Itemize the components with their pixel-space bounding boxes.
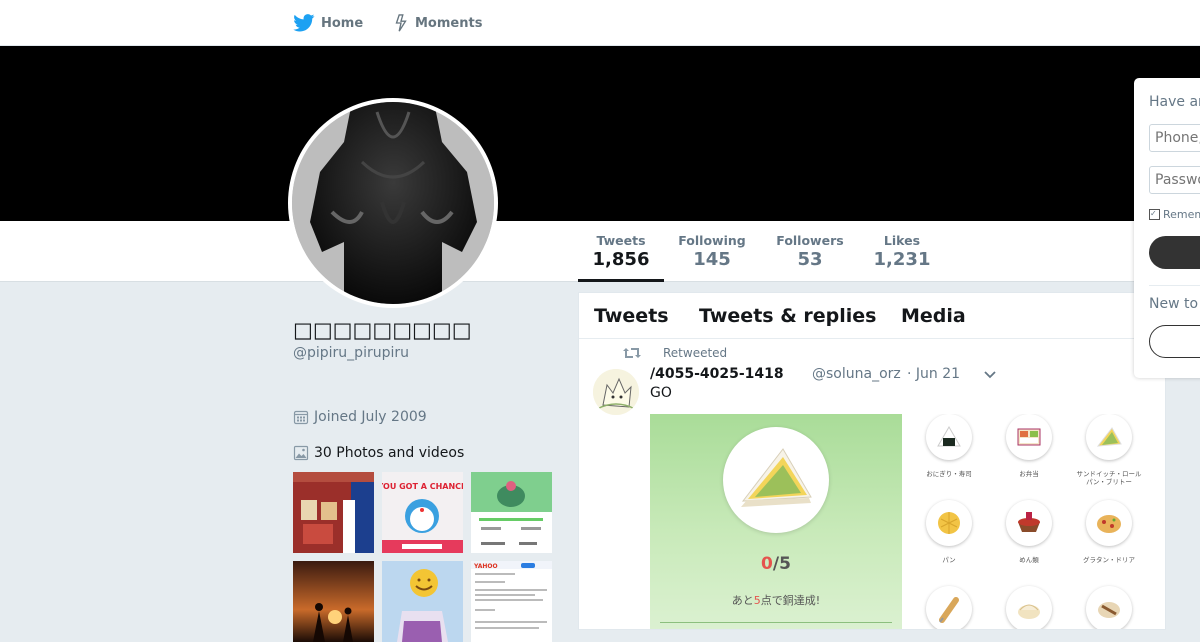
joined-label: Joined July 2009: [314, 409, 427, 425]
score-display: 0/5: [650, 554, 902, 574]
profile-handle[interactable]: @pipiru_pirupiru: [293, 345, 409, 361]
photo-thumbnail[interactable]: YOU GOT A CHANCE: [382, 472, 463, 553]
food-item: [914, 586, 984, 629]
sandwich-small-icon: [1086, 414, 1132, 460]
nav-home-label: Home: [321, 15, 364, 31]
new-to-label: New to Twitter?: [1149, 296, 1200, 312]
profile-avatar[interactable]: [288, 98, 498, 308]
score-subtitle: あと5点で銅達成!: [650, 592, 902, 608]
nav-moments[interactable]: Moments: [393, 0, 482, 46]
stat-following-label: Following: [678, 233, 746, 248]
score-sub-num: 5: [753, 594, 761, 607]
tweet-media-image[interactable]: おにぎり・寿司 お弁当 サンドイッチ・ロール パン・ブリトー パン めん類 グラ…: [904, 414, 1156, 629]
food-label: グラタン・ドリア: [1083, 556, 1135, 564]
login-password-input[interactable]: [1149, 166, 1200, 194]
dumpling-icon: [1006, 586, 1052, 629]
stat-following[interactable]: Following 145: [676, 233, 748, 271]
nav-home[interactable]: Home: [293, 0, 363, 46]
melonpan-icon: [926, 500, 972, 546]
food-label: めん類: [1019, 556, 1039, 564]
score-sub-pre: あと: [731, 594, 754, 607]
photo-thumbnail[interactable]: [293, 472, 374, 553]
photo-thumbnail[interactable]: [471, 472, 552, 553]
food-label: パン: [942, 556, 956, 564]
login-title: Have an account?: [1149, 94, 1200, 110]
stat-likes[interactable]: Likes 1,231: [872, 233, 932, 271]
stat-tweets-label: Tweets: [596, 233, 646, 248]
joined-date: Joined July 2009: [293, 409, 427, 425]
remember-label: Remember me: [1163, 208, 1200, 221]
food-item: めん類: [994, 500, 1064, 564]
noodles-icon: [1006, 500, 1052, 546]
food-item: サンドイッチ・ロール パン・ブリトー: [1074, 414, 1144, 486]
login-divider: [1149, 285, 1200, 286]
tab-tweets[interactable]: Tweets: [594, 305, 669, 327]
login-username-input[interactable]: [1149, 124, 1200, 152]
active-stat-indicator: [578, 279, 664, 282]
food-item: パン: [914, 500, 984, 564]
photos-videos-label: 30 Photos and videos: [314, 445, 465, 461]
calendar-icon: [293, 410, 309, 425]
score-total: /5: [772, 554, 791, 574]
stat-followers-value: 53: [797, 249, 823, 270]
signup-button[interactable]: [1149, 325, 1200, 358]
gratin-icon: [1086, 500, 1132, 546]
photos-videos-link[interactable]: 30 Photos and videos: [293, 445, 464, 461]
stat-followers[interactable]: Followers 53: [774, 233, 846, 271]
food-item: [994, 586, 1064, 629]
timeline-tabs: Tweets Tweets & replies Media: [579, 293, 1165, 339]
stat-following-value: 145: [693, 249, 731, 270]
food-label: おにぎり・寿司: [926, 470, 972, 478]
score-sub-post: 点で銅達成!: [760, 594, 821, 607]
bento-icon: [1006, 414, 1052, 460]
tweet-media-image[interactable]: 0/5 あと5点で銅達成!: [650, 414, 902, 629]
score-current: 0: [761, 554, 773, 574]
stat-tweets-value: 1,856: [592, 249, 650, 270]
login-button[interactable]: [1149, 236, 1200, 269]
profile-name: □□□□□□□□□: [293, 318, 472, 342]
tab-tweets-and-replies[interactable]: Tweets & replies: [699, 305, 876, 327]
login-card: Have an account? ✓ Remember me New to Tw…: [1134, 78, 1200, 378]
lightning-icon: [395, 14, 407, 32]
food-item: おにぎり・寿司: [914, 414, 984, 478]
corndog-icon: [926, 586, 972, 629]
stat-likes-value: 1,231: [873, 249, 931, 270]
twitter-bird-icon: [293, 14, 315, 32]
food-item: [1074, 586, 1144, 629]
profile-banner: [0, 46, 1200, 221]
tweet-author-handle[interactable]: @soluna_orz: [812, 366, 901, 382]
media-divider: [660, 622, 892, 623]
stat-followers-label: Followers: [776, 233, 844, 248]
food-label: サンドイッチ・ロール パン・ブリトー: [1076, 470, 1142, 486]
retweet-icon: [623, 348, 641, 358]
food-item: お弁当: [994, 414, 1064, 478]
top-navigation: Home Moments: [0, 0, 1200, 46]
retweet-context: Retweeted: [623, 346, 727, 360]
image-icon: [293, 445, 309, 461]
sandwich-icon: [741, 448, 812, 507]
nav-moments-label: Moments: [415, 15, 483, 31]
onigiri-icon: [926, 414, 972, 460]
stat-tweets[interactable]: Tweets 1,856: [588, 233, 654, 271]
tweet-author-avatar[interactable]: [593, 369, 639, 415]
tweet-text: GO: [650, 385, 672, 401]
timeline: Tweets Tweets & replies Media Retweeted …: [578, 292, 1166, 630]
remember-checkbox[interactable]: ✓: [1149, 209, 1160, 220]
chevron-down-icon: [984, 371, 996, 379]
tweet-more-button[interactable]: [981, 365, 999, 387]
tab-media[interactable]: Media: [901, 305, 966, 327]
sandwich-badge: [723, 427, 829, 533]
retweeted-label: Retweeted: [663, 346, 728, 360]
bun-icon: [1086, 586, 1132, 629]
tweet-timestamp[interactable]: · Jun 21: [907, 366, 960, 382]
svg-text:YOU GOT A CHANCE: YOU GOT A CHANCE: [382, 482, 463, 491]
tweet-author-name[interactable]: /4055-4025-1418: [650, 366, 784, 382]
svg-text:YAHOO: YAHOO: [473, 563, 498, 570]
avatar-photo: [292, 102, 494, 304]
stat-likes-label: Likes: [883, 233, 921, 248]
remember-me[interactable]: ✓ Remember me: [1149, 208, 1200, 221]
food-item: グラタン・ドリア: [1074, 500, 1144, 564]
food-label: お弁当: [1019, 470, 1039, 478]
